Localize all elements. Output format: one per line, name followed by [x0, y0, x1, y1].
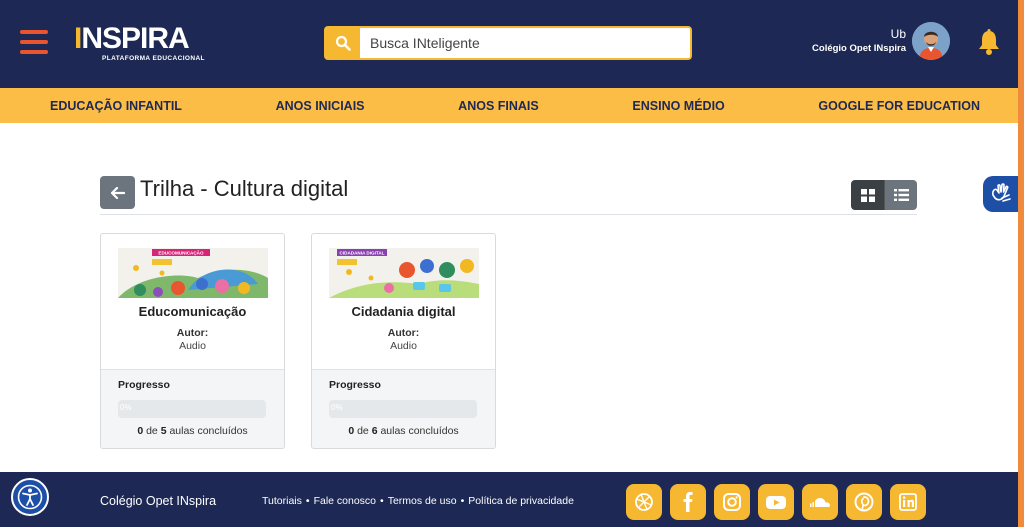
footer-link-fale-conosco[interactable]: Fale conosco [314, 495, 376, 507]
progress-section: Progresso 0% 0 de 6 aulas concluídos [312, 369, 495, 448]
page-title: Trilha - Cultura digital [140, 176, 349, 201]
nav-item-google-for-education[interactable]: GOOGLE FOR EDUCATION [818, 99, 980, 113]
footer-separator: • [380, 495, 384, 507]
youtube-icon[interactable] [758, 484, 794, 520]
lessons-completed: 0 de 5 aulas concluídos [137, 425, 248, 437]
progress-section: Progresso 0% 0 de 5 aulas concluídos [101, 369, 284, 448]
footer-link-tutoriais[interactable]: Tutoriais [262, 495, 302, 507]
author-name: Audio [179, 340, 206, 352]
course-card[interactable]: EDUCOMUNICAÇÃO Educomunicação Autor: Aud… [100, 233, 285, 449]
linkedin-icon[interactable] [890, 484, 926, 520]
grid-view-button[interactable] [851, 180, 884, 210]
author-name: Audio [390, 340, 417, 352]
search-bar [324, 26, 692, 60]
pinterest-icon[interactable] [846, 484, 882, 520]
author-label: Autor: [387, 327, 420, 339]
edge-strip [1018, 0, 1024, 527]
course-thumbnail: EDUCOMUNICAÇÃO [118, 248, 268, 298]
footer-separator: • [460, 495, 465, 507]
instagram-icon[interactable] [714, 484, 750, 520]
title-divider [100, 214, 917, 215]
progress-bar: 0% [118, 400, 266, 418]
view-toggle [851, 180, 917, 210]
accessibility-button[interactable] [11, 478, 49, 516]
user-info[interactable]: Ub Colégio Opet INspira [800, 26, 906, 56]
arrow-left-icon [110, 186, 125, 199]
sign-language-button[interactable] [983, 176, 1018, 212]
course-title: Cidadania digital [351, 304, 456, 319]
thumbnail-tag: CIDADANIA DIGITAL [340, 251, 385, 256]
search-input[interactable] [360, 28, 690, 58]
soundcloud-icon[interactable] [802, 484, 838, 520]
footer-link-politica-de-privacidade[interactable]: Política de privacidade [468, 495, 574, 507]
lessons-completed: 0 de 6 aulas concluídos [348, 425, 459, 437]
logo-wordmark: INSPIRA [74, 22, 190, 55]
progress-percent: 0% [120, 403, 132, 412]
footer-separator: • [305, 495, 310, 507]
search-icon [335, 35, 351, 51]
progress-label: Progresso [118, 379, 170, 391]
list-icon [893, 189, 909, 201]
course-thumbnail: CIDADANIA DIGITAL [329, 248, 479, 298]
main-nav: EDUCAÇÃO INFANTIL ANOS INICIAIS ANOS FIN… [0, 88, 1018, 123]
user-school: Colégio Opet INspira [812, 43, 906, 54]
author-label: Autor: [176, 327, 209, 339]
globe-icon[interactable] [626, 484, 662, 520]
inspira-logo[interactable]: INSPIRA PLATAFORMA EDUCACIONAL [74, 22, 205, 66]
list-view-button[interactable] [884, 180, 917, 210]
footer-link-termos-de-uso[interactable]: Termos de uso [388, 495, 457, 507]
nav-item-anos-finais[interactable]: ANOS FINAIS [458, 99, 539, 113]
avatar[interactable] [912, 22, 950, 60]
user-name: Ub [890, 27, 906, 41]
sign-language-icon [991, 183, 1011, 202]
grid-icon [860, 188, 875, 202]
footer-brand: Colégio Opet INspira [100, 494, 217, 508]
progress-label: Progresso [329, 379, 381, 391]
hamburger-menu-icon[interactable] [20, 30, 48, 54]
facebook-icon[interactable] [670, 484, 706, 520]
footer-links: Tutoriais • Fale conosco • Termos de uso… [262, 495, 574, 507]
search-button[interactable] [326, 28, 360, 58]
progress-percent: 0% [331, 403, 343, 412]
bell-icon[interactable] [976, 28, 1002, 56]
progress-bar: 0% [329, 400, 477, 418]
social-links [626, 484, 926, 520]
nav-item-ensino-medio[interactable]: ENSINO MÉDIO [632, 99, 724, 113]
nav-item-educacao-infantil[interactable]: EDUCAÇÃO INFANTIL [50, 99, 182, 113]
back-button[interactable] [100, 176, 135, 209]
accessibility-icon [17, 484, 43, 510]
course-title: Educomunicação [138, 304, 247, 319]
nav-item-anos-iniciais[interactable]: ANOS INICIAIS [276, 99, 365, 113]
thumbnail-tag: EDUCOMUNICAÇÃO [158, 250, 204, 256]
course-card[interactable]: CIDADANIA DIGITAL Cidadania digital Auto… [311, 233, 496, 449]
logo-subtitle: PLATAFORMA EDUCACIONAL [102, 55, 205, 62]
